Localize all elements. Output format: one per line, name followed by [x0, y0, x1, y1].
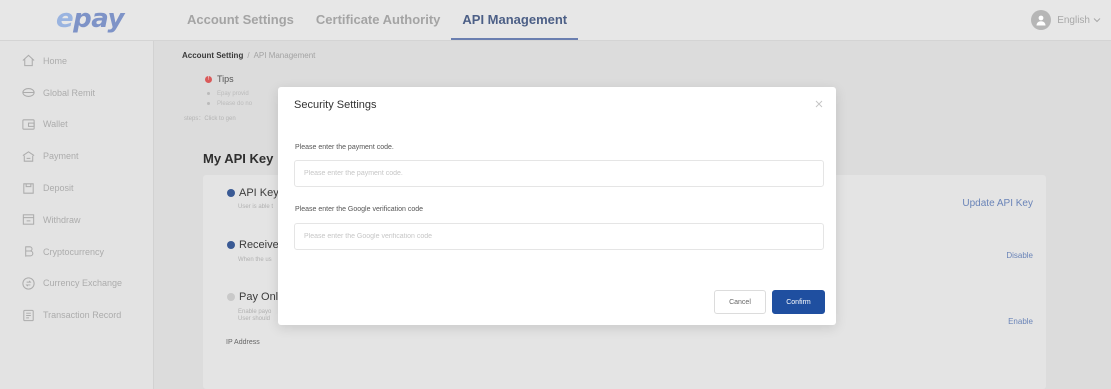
tip-steps: steps：Click to gen	[184, 116, 236, 122]
pay-online-row-desc: User should	[238, 316, 271, 322]
language-selector[interactable]: English	[1057, 15, 1101, 26]
tip-item: Please do no	[207, 101, 252, 107]
security-settings-dialog: Security Settings Please enter the payme…	[278, 87, 836, 325]
breadcrumb-account-setting[interactable]: Account Setting	[182, 51, 243, 60]
crypto-icon	[25, 246, 34, 257]
sidebar-item-home[interactable]: Home	[0, 45, 153, 77]
user-area: English	[1031, 10, 1101, 30]
record-icon	[23, 309, 34, 321]
check-icon	[227, 241, 235, 249]
tip-item: Epay provid	[207, 91, 249, 97]
home-icon	[22, 55, 35, 67]
disable-link[interactable]: Disable	[1006, 251, 1033, 260]
enable-link[interactable]: Enable	[1008, 317, 1033, 326]
google-code-input[interactable]	[294, 223, 824, 250]
sidebar-item-payment[interactable]: Payment	[0, 140, 153, 172]
update-api-key-link[interactable]: Update API Key	[962, 198, 1033, 209]
tab-certificate-authority[interactable]: Certificate Authority	[305, 0, 451, 38]
sidebar-item-cryptocurrency[interactable]: Cryptocurrency	[0, 236, 153, 268]
dialog-title: Security Settings	[294, 99, 377, 111]
wallet-icon	[22, 119, 35, 130]
sidebar-item-withdraw[interactable]: Withdraw	[0, 204, 153, 236]
globe-icon	[22, 88, 35, 98]
epay-logo[interactable]: epay	[56, 4, 124, 34]
breadcrumb: Account Setting / API Management	[182, 51, 316, 60]
avatar[interactable]	[1031, 10, 1052, 30]
tips-heading: ! Tips	[205, 74, 234, 84]
withdraw-icon	[22, 214, 35, 226]
tab-account-settings[interactable]: Account Settings	[176, 0, 305, 38]
close-icon	[815, 100, 823, 108]
api-key-row-desc: User is able t	[238, 204, 274, 210]
ip-address-label: IP Address	[226, 339, 260, 346]
confirm-button[interactable]: Confirm	[772, 290, 825, 314]
sidebar-item-deposit[interactable]: Deposit	[0, 172, 153, 204]
cancel-button[interactable]: Cancel	[714, 290, 766, 314]
check-icon	[227, 189, 235, 197]
sidebar-item-global-remit[interactable]: Global Remit	[0, 77, 153, 109]
sidebar-item-transaction-record[interactable]: Transaction Record	[0, 299, 153, 331]
breadcrumb-api-management: API Management	[253, 51, 316, 60]
payment-code-input[interactable]	[294, 160, 824, 187]
receive-row-desc: When the us	[238, 257, 272, 263]
sidebar: Home Global Remit Wallet Payment Deposit…	[0, 41, 154, 389]
top-bar: epay Account Settings Certificate Author…	[0, 0, 1111, 41]
sidebar-item-currency-exchange[interactable]: Currency Exchange	[0, 268, 153, 300]
sidebar-item-wallet[interactable]: Wallet	[0, 109, 153, 141]
exchange-icon	[22, 277, 35, 290]
pay-online-row-desc: Enable payo	[238, 309, 272, 315]
api-key-row-title: API Key	[227, 187, 279, 199]
payment-code-label: Please enter the payment code.	[295, 144, 394, 151]
chevron-down-icon	[1093, 18, 1101, 23]
check-icon	[227, 293, 235, 301]
api-key-title: My API Key	[203, 151, 274, 166]
warning-icon: !	[205, 75, 212, 83]
deposit-icon	[23, 182, 34, 194]
payment-icon	[22, 150, 35, 162]
google-code-label: Please enter the Google verification cod…	[295, 206, 424, 213]
top-nav: Account Settings Certificate Authority A…	[176, 0, 579, 40]
user-icon	[1036, 15, 1046, 26]
tab-api-management[interactable]: API Management	[451, 0, 579, 40]
close-button[interactable]	[814, 96, 824, 108]
